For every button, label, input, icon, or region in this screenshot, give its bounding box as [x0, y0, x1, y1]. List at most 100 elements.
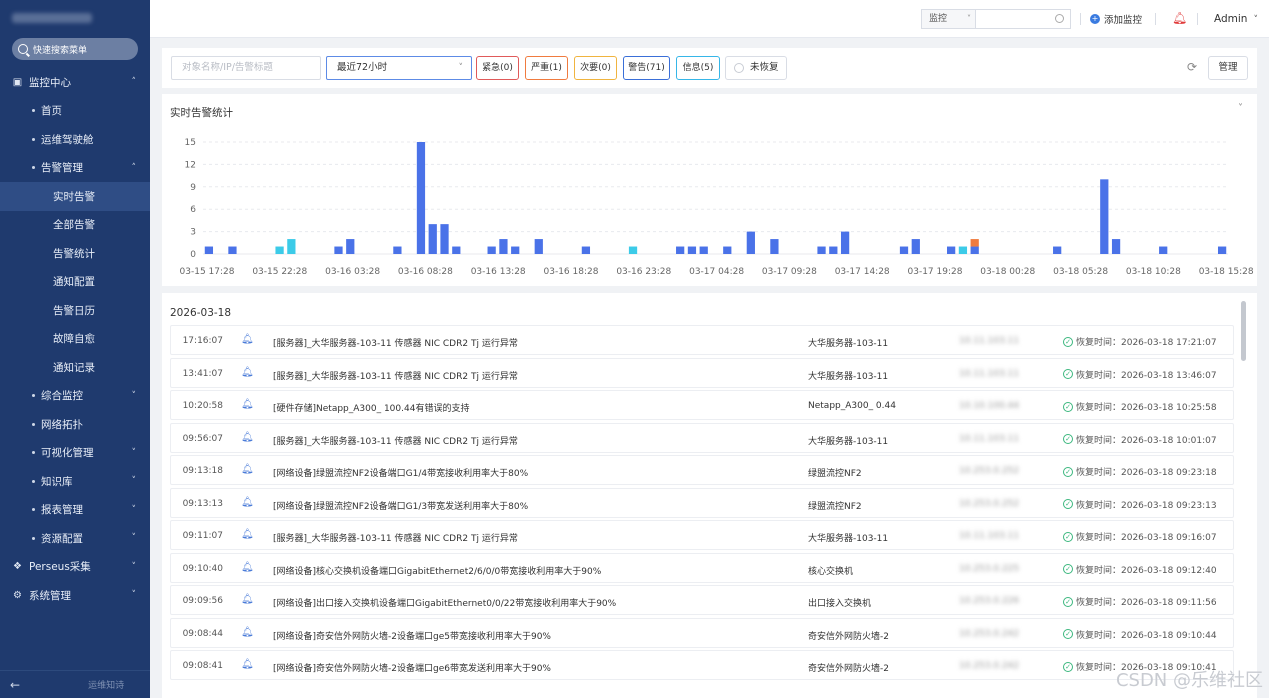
sidebar-item-label: 监控中心: [29, 76, 71, 89]
severity-filter-button[interactable]: 严重(1): [525, 56, 568, 80]
add-monitor-button[interactable]: + 添加监控: [1090, 12, 1142, 26]
alarm-message[interactable]: [网络设备]出口接入交换机设备端口GigabitEthernet0/0/22带宽…: [273, 596, 616, 609]
alarm-object[interactable]: 大华服务器-103-11: [808, 369, 888, 382]
alarm-row[interactable]: 10:20:58 🔔︎ [硬件存储]Netapp_A300_ 100.44有错误的支…: [170, 390, 1234, 421]
y-tick-label: 0: [190, 250, 196, 260]
alarm-ip: 10.253.0.252: [959, 466, 1020, 477]
alarm-row[interactable]: 17:16:07 🔔︎ [服务器]_大华服务器-103-11 传感器 NIC CDR…: [170, 325, 1234, 355]
x-tick-label: 03-17 09:28: [762, 267, 817, 277]
severity-filter-button[interactable]: 次要(0): [574, 56, 617, 80]
sidebar-item-label: 网络拓扑: [41, 418, 83, 431]
sidebar-item-label: 系统管理: [29, 589, 71, 602]
check-circle-icon: ✓: [1063, 434, 1073, 445]
severity-filter-button[interactable]: 信息(5): [676, 56, 720, 80]
collect-icon: ❖: [13, 561, 22, 573]
bullet-dot: [32, 394, 35, 398]
sidebar-item-label: 告警统计: [53, 247, 95, 260]
sidebar-item[interactable]: 首页: [0, 97, 150, 126]
chart-bar: [1111, 239, 1121, 254]
alarm-message[interactable]: [网络设备]绿盟流控NF2设备端口G1/4带宽接收利用率大于80%: [273, 466, 528, 479]
keyword-input[interactable]: 对象名称/IP/告警标题: [171, 56, 321, 80]
bell-icon[interactable]: 🔔︎: [1172, 11, 1187, 25]
y-tick-label: 9: [190, 183, 196, 193]
divider: [1080, 13, 1081, 25]
sidebar-item[interactable]: 可视化管理 ˅: [0, 439, 150, 468]
alarm-object[interactable]: 绿盟流控NF2: [808, 466, 862, 479]
sidebar-item[interactable]: 实时告警: [0, 182, 150, 211]
sidebar-item[interactable]: 综合监控 ˅: [0, 382, 150, 411]
sidebar-item[interactable]: 通知配置: [0, 268, 150, 297]
severity-filter-button[interactable]: 警告(71): [623, 56, 670, 80]
alarm-row[interactable]: 09:11:07 🔔︎ [服务器]_大华服务器-103-11 传感器 NIC CDR…: [170, 520, 1234, 551]
global-search-input[interactable]: [975, 9, 1071, 29]
alarm-time: 09:08:44: [182, 628, 223, 639]
alarm-object[interactable]: 大华服务器-103-11: [808, 434, 888, 447]
sidebar-item[interactable]: ⚙ 系统管理 ˅: [0, 581, 150, 610]
sidebar-item[interactable]: 运维驾驶舱: [0, 125, 150, 154]
refresh-icon[interactable]: ⟳: [1187, 60, 1197, 74]
chevron-down-icon: ˅: [131, 390, 137, 401]
sidebar-item[interactable]: ❖ Perseus采集 ˅: [0, 553, 150, 582]
manage-button[interactable]: 管理: [1208, 56, 1248, 80]
alarm-message[interactable]: [服务器]_大华服务器-103-11 传感器 NIC CDR2 Tj 运行异常: [273, 369, 518, 382]
alarm-object[interactable]: 大华服务器-103-11: [808, 336, 888, 349]
alarm-message[interactable]: [服务器]_大华服务器-103-11 传感器 NIC CDR2 Tj 运行异常: [273, 531, 518, 544]
alarm-row[interactable]: 09:10:40 🔔︎ [网络设备]核心交换机设备端口GigabitEthernet…: [170, 552, 1234, 583]
alarm-message[interactable]: [网络设备]奇安信外网防火墙-2设备端口ge5带宽接收利用率大于90%: [273, 629, 551, 642]
sidebar-item[interactable]: 资源配置 ˅: [0, 524, 150, 553]
sidebar-item[interactable]: 知识库 ˅: [0, 467, 150, 496]
alarm-object[interactable]: 核心交换机: [808, 564, 853, 577]
collapse-chart-icon[interactable]: ˅: [1238, 103, 1243, 114]
sidebar-item[interactable]: 全部告警: [0, 211, 150, 240]
sidebar-item[interactable]: ▣ 监控中心 ˄: [0, 68, 150, 97]
sidebar-item[interactable]: 告警日历: [0, 296, 150, 325]
sidebar-item[interactable]: 告警管理 ˄: [0, 154, 150, 183]
recovery-status: ✓ 恢复时间：2026-03-18 09:10:44: [1063, 628, 1217, 641]
alarm-row[interactable]: 09:08:41 🔔︎ [网络设备]奇安信外网防火墙-2设备端口ge6带宽发送利用率…: [170, 650, 1234, 681]
check-circle-icon: ✓: [1063, 564, 1073, 575]
recovery-time: 恢复时间：2026-03-18 09:16:07: [1076, 533, 1217, 544]
chevron-down-icon: ˅: [131, 590, 137, 601]
sidebar-item-label: 告警日历: [53, 304, 95, 317]
alarm-row[interactable]: 13:41:07 🔔︎ [服务器]_大华服务器-103-11 传感器 NIC CDR…: [170, 357, 1234, 388]
alarm-row[interactable]: 09:13:18 🔔︎ [网络设备]绿盟流控NF2设备端口G1/4带宽接收利用率大于…: [170, 455, 1234, 486]
alarm-message[interactable]: [网络设备]奇安信外网防火墙-2设备端口ge6带宽发送利用率大于90%: [273, 661, 551, 674]
collapse-sidebar-icon[interactable]: ←: [10, 678, 20, 692]
alarm-object[interactable]: Netapp_A300_ 0.44: [808, 401, 896, 411]
check-circle-icon: ✓: [1063, 531, 1073, 542]
search-icon: [18, 44, 28, 54]
sidebar-item[interactable]: 通知记录: [0, 353, 150, 382]
alarm-message[interactable]: [网络设备]绿盟流控NF2设备端口G1/3带宽发送利用率大于80%: [273, 499, 528, 512]
alarm-row[interactable]: 09:08:44 🔔︎ [网络设备]奇安信外网防火墙-2设备端口ge5带宽接收利用率…: [170, 617, 1234, 648]
alarm-object[interactable]: 出口接入交换机: [808, 596, 871, 609]
bell-icon: 🔔︎: [241, 366, 254, 378]
check-circle-icon: ✓: [1063, 466, 1073, 477]
user-menu[interactable]: Admin ˅: [1214, 13, 1258, 25]
x-tick-label: 03-16 03:28: [325, 267, 380, 277]
search-scope-select[interactable]: 监控 ˅: [921, 9, 975, 29]
alarm-message[interactable]: [硬件存储]Netapp_A300_ 100.44有错误的支持: [273, 401, 469, 414]
alarm-row[interactable]: 09:13:13 🔔︎ [网络设备]绿盟流控NF2设备端口G1/3带宽发送利用率大于…: [170, 487, 1234, 518]
unrecovered-toggle[interactable]: 未恢复: [725, 56, 787, 80]
alarm-object[interactable]: 绿盟流控NF2: [808, 499, 862, 512]
time-range-select[interactable]: 最近72小时 ˅: [326, 56, 472, 80]
alarm-row[interactable]: 09:09:56 🔔︎ [网络设备]出口接入交换机设备端口GigabitEthern…: [170, 585, 1234, 616]
sidebar-item[interactable]: 网络拓扑: [0, 410, 150, 439]
alarm-object[interactable]: 大华服务器-103-11: [808, 531, 888, 544]
alarm-message[interactable]: [网络设备]核心交换机设备端口GigabitEthernet2/6/0/0带宽接…: [273, 564, 601, 577]
sidebar-item[interactable]: 告警统计: [0, 239, 150, 268]
recovery-time: 恢复时间：2026-03-18 09:23:13: [1076, 500, 1217, 511]
alarm-ip: 10.253.0.226: [959, 596, 1020, 607]
alarm-message[interactable]: [服务器]_大华服务器-103-11 传感器 NIC CDR2 Tj 运行异常: [273, 434, 518, 447]
severity-filter-button[interactable]: 紧急(0): [476, 56, 519, 80]
alarm-object[interactable]: 奇安信外网防火墙-2: [808, 629, 889, 642]
sidebar-item[interactable]: 报表管理 ˅: [0, 496, 150, 525]
alarm-object[interactable]: 奇安信外网防火墙-2: [808, 661, 889, 674]
alarm-message[interactable]: [服务器]_大华服务器-103-11 传感器 NIC CDR2 Tj 运行异常: [273, 336, 518, 349]
scrollbar[interactable]: [1241, 301, 1246, 361]
chart-bar: [511, 246, 520, 254]
chart-bar: [911, 239, 920, 254]
sidebar-item[interactable]: 故障自愈: [0, 325, 150, 354]
alarm-row[interactable]: 09:56:07 🔔︎ [服务器]_大华服务器-103-11 传感器 NIC CDR…: [170, 422, 1234, 453]
menu-search[interactable]: 快速搜索菜单: [12, 38, 138, 60]
